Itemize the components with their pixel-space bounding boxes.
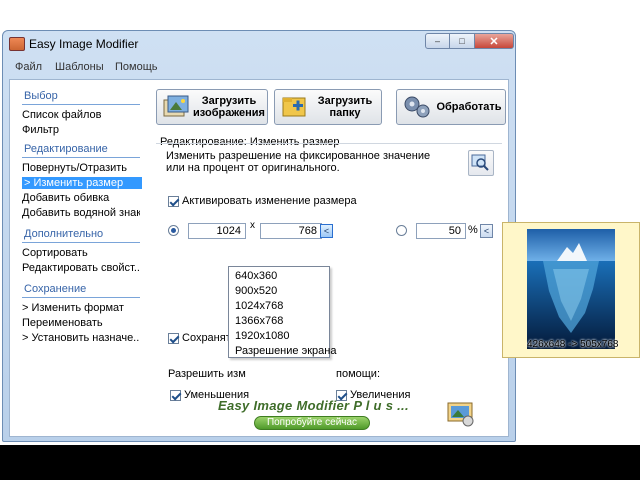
sidebar-item-sort[interactable]: Сортировать bbox=[22, 247, 140, 259]
sidebar-item-watermark[interactable]: Добавить водяной знак bbox=[22, 207, 140, 219]
preset-option[interactable]: 1024x768 bbox=[235, 300, 283, 312]
sidebar-heading-editing: Редактирование bbox=[24, 143, 108, 155]
group-divider bbox=[156, 143, 502, 144]
percent-radio[interactable] bbox=[396, 225, 407, 236]
menu-templates[interactable]: Шаблоны bbox=[55, 61, 104, 73]
preset-option[interactable]: Разрешение экрана bbox=[235, 345, 336, 357]
client-area: Выбор Список файлов Фильтр Редактировани… bbox=[9, 79, 509, 437]
load-folder-button[interactable]: Загрузить папку bbox=[274, 89, 382, 125]
window-title: Easy Image Modifier bbox=[29, 37, 139, 51]
load-folder-label-2: папку bbox=[329, 107, 361, 119]
sidebar-item-rename[interactable]: Переименовать bbox=[22, 317, 140, 329]
shrink-checkbox[interactable] bbox=[170, 390, 181, 401]
sidebar-heading-select: Выбор bbox=[24, 90, 58, 102]
title-bar[interactable]: Easy Image Modifier – □ ✕ bbox=[3, 31, 515, 57]
sidebar-item-padding[interactable]: Добавить обивка bbox=[22, 192, 140, 204]
preset-option[interactable]: 900x520 bbox=[235, 285, 277, 297]
load-images-label-1: Загрузить bbox=[201, 95, 257, 107]
sidebar-item-rotate[interactable]: Повернуть/Отразить bbox=[22, 162, 140, 174]
try-now-button[interactable]: Попробуйте сейчас bbox=[254, 416, 370, 430]
load-folder-label-1: Загрузить bbox=[317, 95, 373, 107]
magnifier-icon bbox=[471, 154, 489, 171]
screenshot: Easy Image Modifier – □ ✕ Файл Шаблоны П… bbox=[0, 0, 640, 480]
allow-label: Разрешить изм bbox=[168, 368, 246, 380]
preset-dropdown-button[interactable]: < bbox=[320, 224, 333, 238]
close-button[interactable]: ✕ bbox=[474, 33, 514, 49]
divider bbox=[22, 242, 140, 243]
app-icon bbox=[9, 37, 25, 51]
sidebar-item-edit-properties[interactable]: Редактировать свойст... bbox=[22, 262, 140, 274]
percent-input[interactable]: 50 bbox=[416, 223, 466, 239]
zoom-preview-button[interactable] bbox=[468, 150, 494, 176]
load-images-button[interactable]: Загрузить изображения bbox=[156, 89, 268, 125]
height-input[interactable]: 768 bbox=[260, 223, 322, 239]
preview-size-caption: 426x648 -> 505x768 bbox=[527, 339, 619, 350]
preset-size-list: 640x360 900x520 1024x768 1366x768 1920x1… bbox=[228, 266, 336, 358]
menu-help[interactable]: Помощь bbox=[115, 61, 158, 73]
resize-description: Изменить разрешение на фиксированное зна… bbox=[166, 150, 431, 174]
sidebar-item-resize[interactable]: > Изменить размер bbox=[22, 177, 142, 189]
gears-icon bbox=[404, 96, 430, 118]
sidebar-item-change-format[interactable]: > Изменить формат bbox=[22, 302, 140, 314]
sidebar: Выбор Список файлов Фильтр Редактировани… bbox=[20, 90, 150, 430]
allow-label-tail: помощи: bbox=[336, 368, 381, 380]
fixed-size-radio[interactable] bbox=[168, 225, 179, 236]
divider bbox=[22, 104, 140, 105]
promo-app-icon bbox=[447, 402, 474, 427]
group-title: Редактирование: Изменить размер bbox=[160, 136, 340, 148]
preset-option[interactable]: 1366x768 bbox=[235, 315, 283, 327]
folder-plus-icon bbox=[282, 97, 306, 117]
percent-dropdown-button[interactable]: < bbox=[480, 224, 493, 238]
preset-option[interactable]: 1920x1080 bbox=[235, 330, 289, 342]
divider bbox=[22, 157, 140, 158]
sidebar-item-set-destination[interactable]: > Установить назначе... bbox=[22, 332, 140, 344]
sidebar-heading-additional: Дополнительно bbox=[24, 228, 104, 240]
picture-stack-icon bbox=[163, 95, 189, 117]
sidebar-item-file-list[interactable]: Список файлов bbox=[22, 109, 140, 121]
sidebar-heading-save: Сохранение bbox=[24, 283, 87, 295]
process-button[interactable]: Обработать bbox=[396, 89, 506, 125]
menu-file[interactable]: Файл bbox=[15, 61, 42, 73]
width-input[interactable]: 1024 bbox=[188, 223, 246, 239]
activate-resize-checkbox[interactable] bbox=[168, 196, 179, 207]
activate-resize-label: Активировать изменение размера bbox=[182, 195, 357, 207]
keep-proportions-checkbox[interactable] bbox=[168, 333, 179, 344]
sidebar-item-filter[interactable]: Фильтр bbox=[22, 124, 140, 136]
promo-text: Easy Image Modifier P l u s ... bbox=[218, 398, 409, 413]
maximize-button[interactable]: □ bbox=[449, 33, 475, 49]
size-separator: x bbox=[250, 220, 255, 231]
load-images-label-2: изображения bbox=[193, 107, 265, 119]
app-window: Easy Image Modifier – □ ✕ Файл Шаблоны П… bbox=[2, 30, 516, 442]
process-label: Обработать bbox=[436, 101, 502, 113]
preset-option[interactable]: 640x360 bbox=[235, 270, 277, 282]
iceberg-image bbox=[527, 229, 615, 349]
percent-sign: % bbox=[468, 224, 478, 236]
minimize-button[interactable]: – bbox=[425, 33, 450, 49]
divider bbox=[22, 297, 140, 298]
menu-bar: Файл Шаблоны Помощь bbox=[7, 61, 511, 75]
image-preview-tooltip: 426x648 -> 505x768 bbox=[502, 222, 640, 358]
